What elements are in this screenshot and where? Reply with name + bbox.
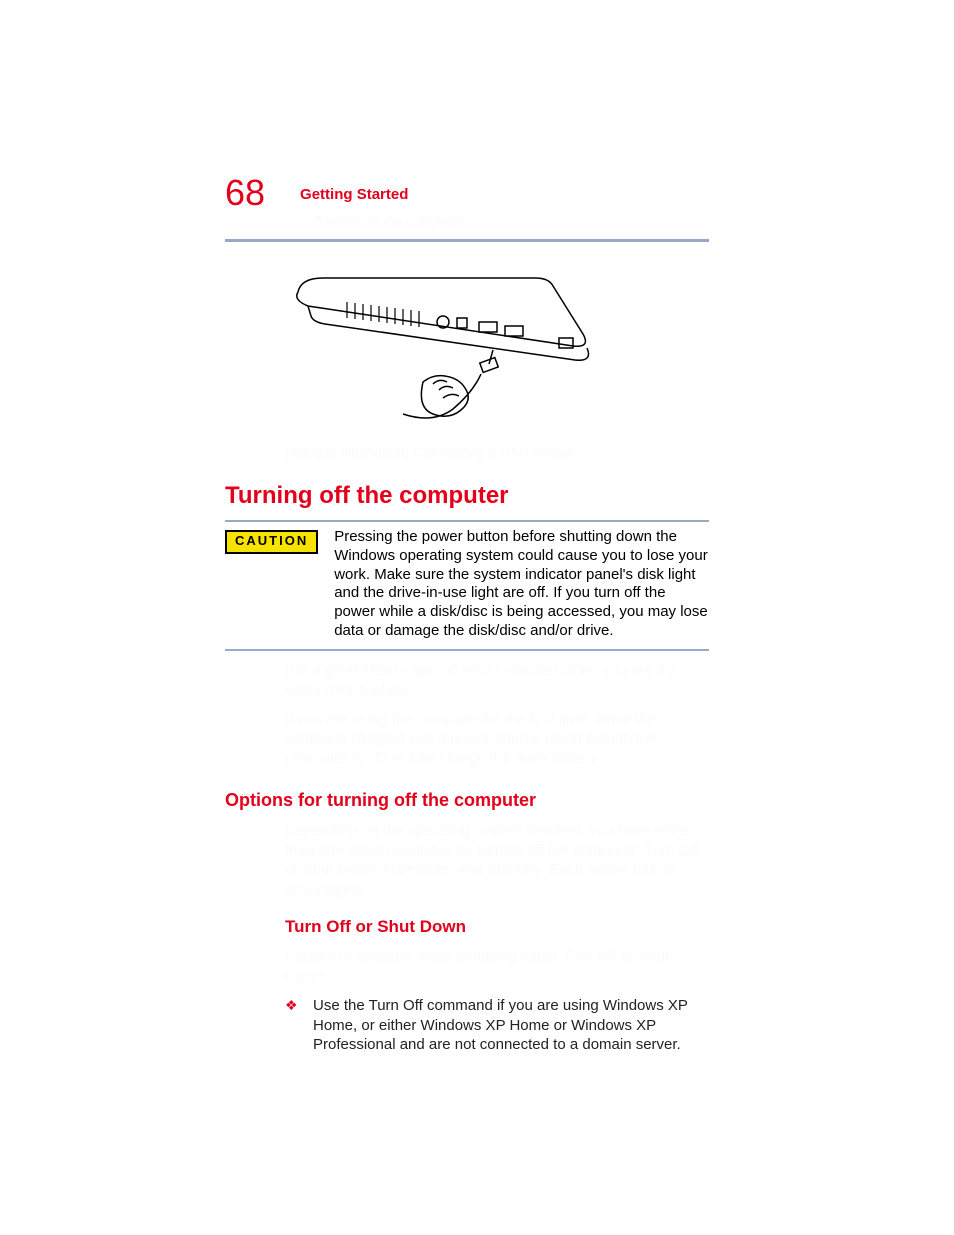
page-header: 68 Getting Started: [225, 175, 709, 211]
turn-off-intro: Factors to consider when choosing either…: [285, 947, 709, 986]
body-para-2: If you are using the computer for the fi…: [285, 710, 709, 769]
subsubsection-heading-turn-off: Turn Off or Shut Down: [285, 917, 709, 937]
chapter-title: Getting Started: [300, 186, 408, 203]
body-para-1: It is a good idea to turn off your compu…: [285, 661, 709, 700]
caution-block: CAUTION Pressing the power button before…: [225, 520, 709, 651]
turn-off-bullet-list: Use the Turn Off command if you are usin…: [285, 996, 709, 1055]
options-intro: Depending on the operating system instal…: [285, 821, 709, 899]
caution-rule-bottom: [225, 649, 709, 651]
header-section-path: Turning off the computer: [313, 213, 709, 229]
laptop-usb-mouse-illustration: [283, 264, 603, 434]
section-heading-turning-off: Turning off the computer: [225, 482, 709, 510]
header-rule: [225, 239, 709, 242]
list-item: Use the Turn Off command if you are usin…: [285, 996, 709, 1055]
subsection-heading-options: Options for turning off the computer: [225, 790, 709, 811]
page: 68 Getting Started Turning off the compu…: [0, 0, 954, 1235]
page-number: 68: [225, 175, 265, 211]
caution-text: Pressing the power button before shuttin…: [334, 528, 709, 641]
figure-caption: (Sample Illustration) Connecting a USB m…: [285, 444, 709, 460]
caution-badge: CAUTION: [225, 530, 318, 554]
